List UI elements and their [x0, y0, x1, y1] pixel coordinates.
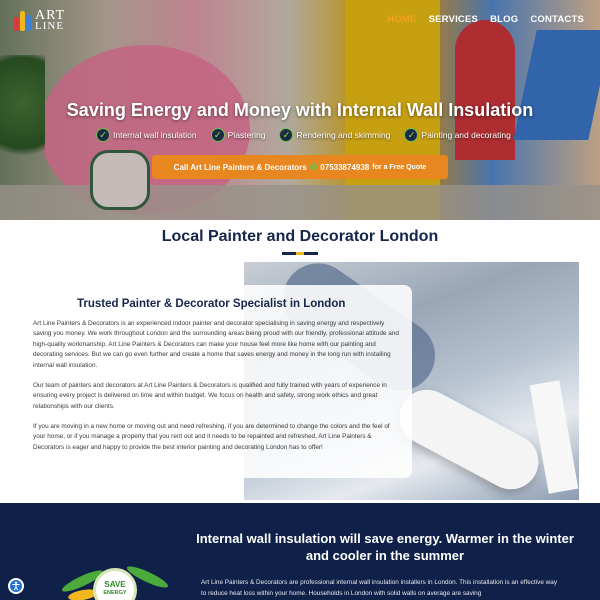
- feature-item: ✓ Rendering and skimming: [279, 128, 390, 142]
- feature-item: ✓ Internal wall insulation: [96, 128, 197, 142]
- card-title: Trusted Painter & Decorator Specialist i…: [77, 298, 346, 310]
- nav-blog[interactable]: BLOG: [490, 14, 518, 25]
- save-energy-badge: SAVE ENERGY: [60, 558, 170, 600]
- check-icon: ✓: [96, 128, 110, 142]
- photo-paint-roller: [389, 380, 549, 499]
- insulation-title: Internal wall insulation will save energ…: [196, 531, 574, 563]
- moving-paragraph: If you are moving in a new home or movin…: [33, 423, 390, 451]
- hero-feature-list: ✓ Internal wall insulation ✓ Plastering …: [96, 128, 511, 142]
- accessibility-icon[interactable]: [8, 578, 24, 594]
- feature-label: Plastering: [227, 130, 266, 140]
- check-icon: ✓: [210, 128, 225, 142]
- logo-text: ART LINE: [35, 8, 66, 32]
- phone-icon: ✆: [309, 161, 318, 172]
- check-icon: ✓: [279, 128, 294, 142]
- nav-services[interactable]: SERVICES: [429, 14, 478, 25]
- badge-save-text: SAVE: [104, 580, 126, 589]
- section-divider: [282, 252, 318, 255]
- check-icon: ✓: [404, 128, 419, 142]
- nav-contacts[interactable]: CONTACTS: [530, 14, 584, 25]
- logo-brush-icon: [14, 11, 32, 31]
- feature-label: Internal wall insulation: [113, 130, 197, 140]
- feature-label: Painting and decorating: [421, 130, 511, 140]
- site-logo[interactable]: ART LINE: [14, 8, 84, 34]
- intro-paragraph: Art Line Painters & Decorators is an exp…: [33, 320, 399, 369]
- cta-phone-number: 07533874938: [320, 162, 370, 172]
- hero-title: Saving Energy and Money with Internal Wa…: [66, 100, 534, 120]
- feature-item: ✓ Painting and decorating: [404, 128, 511, 142]
- call-cta-button[interactable]: Call Art Line Painters & Decorators ✆ 07…: [152, 155, 448, 179]
- feature-label: Rendering and skimming: [296, 130, 391, 140]
- photo-brush: [529, 380, 579, 494]
- main-nav: HOME SERVICES BLOG CONTACTS: [387, 14, 584, 25]
- feature-item: ✓ Plastering: [210, 128, 266, 142]
- cta-suffix: for a Free Quote: [372, 163, 427, 171]
- section-title: Local Painter and Decorator London: [161, 228, 439, 245]
- nav-home[interactable]: HOME: [387, 14, 416, 25]
- insulation-paragraph: Art Line Painters & Decorators are profe…: [201, 579, 558, 597]
- team-paragraph: Our team of painters and decorators at A…: [33, 382, 387, 410]
- badge-energy-text: ENERGY: [103, 590, 127, 596]
- cta-prefix: Call Art Line Painters & Decorators: [173, 162, 307, 172]
